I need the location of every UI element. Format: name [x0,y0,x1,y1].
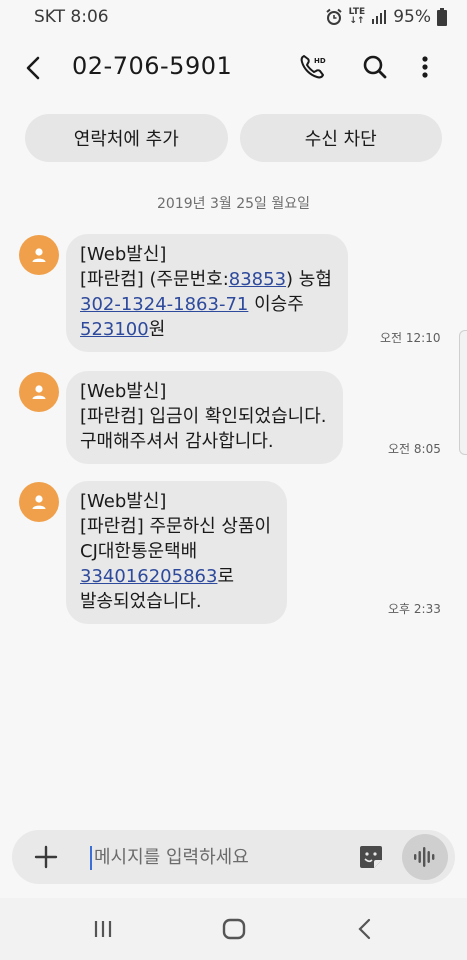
avatar[interactable] [19,235,59,275]
message-time: 오후 2:33 [388,602,441,616]
avatar[interactable] [19,372,59,412]
message-line: [파란컴] (주문번호:83853) 농협 [80,267,332,292]
message-text: [파란컴] (주문번호: [80,269,229,290]
message-text: 로 [217,566,234,587]
message-text: [파란컴] 입금이 확인되었습니다. [80,406,327,427]
nav-back-icon[interactable] [350,914,380,944]
message-text: ) 농협 [286,269,332,290]
message-link[interactable]: 83853 [229,269,286,290]
hd-call-icon[interactable]: HD [296,50,330,84]
message-line: [Web발신] [80,489,271,514]
message-line: [파란컴] 주문하신 상품이 [80,514,271,539]
add-contact-button[interactable]: 연락처에 추가 [25,114,228,162]
message-line: [파란컴] 입금이 확인되었습니다. [80,404,327,429]
conversation-header: 02-706-5901 HD [0,34,467,102]
message-text: 원 [148,319,166,340]
message-link[interactable]: 334016205863 [80,566,217,587]
message-bubble[interactable]: [Web발신] [파란컴] (주문번호:83853) 농협 302-1324-186… [66,234,348,352]
battery-icon [437,8,447,26]
message-link[interactable]: 302-1324-1863-71 [80,294,248,315]
message-line: [Web발신] [80,242,332,267]
message-text: [Web발신] [80,491,167,512]
status-bar: SKT 8:06 LTE ↓↑ 95% [0,0,467,34]
back-arrow-icon[interactable] [18,52,50,84]
date-separator: 2019년 3월 25일 월요일 [157,196,310,212]
message-line: [Web발신] [80,379,327,404]
person-icon [32,248,46,262]
message-time: 오전 12:10 [380,331,441,345]
battery-percent: 95% [393,7,431,27]
carrier-time: SKT 8:06 [34,7,109,27]
text-cursor [90,846,92,870]
quick-actions: 연락처에 추가 수신 차단 [25,114,442,162]
message-text: 구매해주셔서 감사합니다. [80,431,274,452]
signal-icon [372,10,387,24]
message-input[interactable] [94,842,344,872]
alarm-icon [326,8,342,25]
message-text: 발송되었습니다. [80,591,202,612]
svg-text:HD: HD [314,57,326,65]
lte-indicator: LTE ↓↑ [348,7,366,26]
message-line: 발송되었습니다. [80,589,271,614]
block-button[interactable]: 수신 차단 [239,114,442,162]
message-composer [12,830,455,884]
voice-record-button[interactable] [402,834,448,880]
message-bubble[interactable]: [Web발신] [파란컴] 입금이 확인되었습니다. 구매해주셔서 감사합니다. [66,371,343,464]
message-link[interactable]: 523100 [80,319,149,340]
message-line: 구매해주셔서 감사합니다. [80,429,327,454]
system-nav-bar [0,898,467,960]
message-line: 302-1324-1863-71 이승주 [80,292,332,317]
person-icon [32,495,46,509]
message-line: 523100원 [80,317,332,342]
message-text: CJ대한통운택배 [80,541,198,562]
contact-number[interactable]: 02-706-5901 [72,52,232,80]
home-icon[interactable] [219,914,249,944]
message-text: 이승주 [248,294,304,315]
message-bubble[interactable]: [Web발신] [파란컴] 주문하신 상품이 CJ대한통운택배 33401620586… [66,481,288,624]
person-icon [32,385,46,399]
more-vert-icon[interactable] [408,50,442,84]
voice-record-icon [414,847,435,867]
message-text: [파란컴] 주문하신 상품이 [80,516,272,537]
sticker-icon[interactable] [357,843,385,871]
plus-icon[interactable] [32,843,60,871]
recents-icon[interactable] [88,914,118,944]
avatar[interactable] [19,482,59,522]
message-line: 334016205863로 [80,564,271,589]
search-icon[interactable] [358,50,392,84]
message-text: [Web발신] [80,381,167,402]
scrollbar[interactable] [459,330,467,455]
status-icons: LTE ↓↑ 95% [325,7,447,27]
message-line: CJ대한통운택배 [80,539,271,564]
message-text: [Web발신] [80,244,167,265]
message-time: 오전 8:05 [388,442,441,456]
